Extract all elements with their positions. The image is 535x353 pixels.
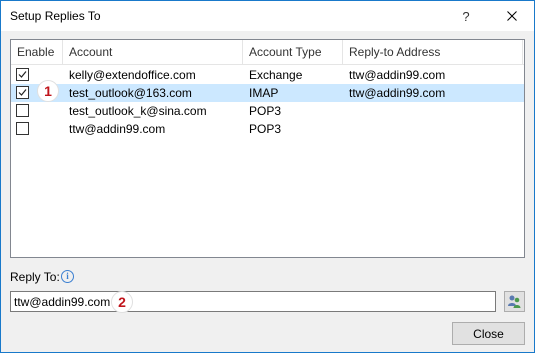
- annotation-badge-2: 2: [111, 291, 133, 313]
- column-header-reply-to-address[interactable]: Reply-to Address: [343, 40, 523, 64]
- accounts-list[interactable]: Enable Account Account Type Reply-to Add…: [10, 39, 525, 258]
- account-cell: kelly@extendoffice.com: [69, 68, 196, 82]
- table-row[interactable]: ttw@addin99.com POP3: [11, 120, 524, 138]
- reply-to-address-cell: ttw@addin99.com: [349, 86, 446, 100]
- account-type-cell: POP3: [249, 104, 282, 118]
- account-cell: test_outlook_k@sina.com: [69, 104, 207, 118]
- info-icon[interactable]: i: [61, 270, 74, 283]
- address-book-icon: [508, 295, 521, 308]
- enable-checkbox[interactable]: [16, 122, 29, 135]
- close-button[interactable]: Close: [452, 322, 525, 345]
- account-cell: test_outlook@163.com: [69, 86, 192, 100]
- window-title: Setup Replies To: [10, 9, 101, 23]
- reply-to-input[interactable]: [10, 291, 496, 312]
- table-row[interactable]: test_outlook_k@sina.com POP3: [11, 102, 524, 120]
- annotation-badge-1: 1: [37, 80, 59, 102]
- reply-to-label: Reply To:: [10, 270, 60, 284]
- account-type-cell: Exchange: [249, 68, 303, 82]
- column-header-account-type[interactable]: Account Type: [243, 40, 343, 64]
- column-header-enable[interactable]: Enable: [11, 40, 63, 64]
- account-cell: ttw@addin99.com: [69, 122, 166, 136]
- check-icon: [18, 71, 27, 78]
- help-icon: ?: [462, 8, 470, 24]
- account-type-cell: IMAP: [249, 86, 279, 100]
- enable-checkbox[interactable]: [16, 68, 29, 81]
- list-header: Enable Account Account Type Reply-to Add…: [11, 40, 524, 65]
- reply-to-address-cell: ttw@addin99.com: [349, 68, 446, 82]
- help-button[interactable]: ?: [444, 1, 488, 31]
- address-book-button[interactable]: [504, 291, 525, 312]
- title-bar: Setup Replies To ?: [1, 1, 534, 31]
- enable-checkbox[interactable]: [16, 104, 29, 117]
- close-window-button[interactable]: [490, 1, 534, 31]
- enable-checkbox[interactable]: [16, 86, 29, 99]
- table-row[interactable]: test_outlook@163.com IMAP ttw@addin99.com: [11, 84, 524, 102]
- column-header-account[interactable]: Account: [63, 40, 243, 64]
- table-row[interactable]: kelly@extendoffice.com Exchange ttw@addin9…: [11, 66, 524, 84]
- check-icon: [18, 89, 27, 96]
- setup-replies-dialog: Setup Replies To ? Enable Account Accoun…: [0, 0, 535, 353]
- account-type-cell: POP3: [249, 122, 282, 136]
- close-icon: [507, 11, 517, 21]
